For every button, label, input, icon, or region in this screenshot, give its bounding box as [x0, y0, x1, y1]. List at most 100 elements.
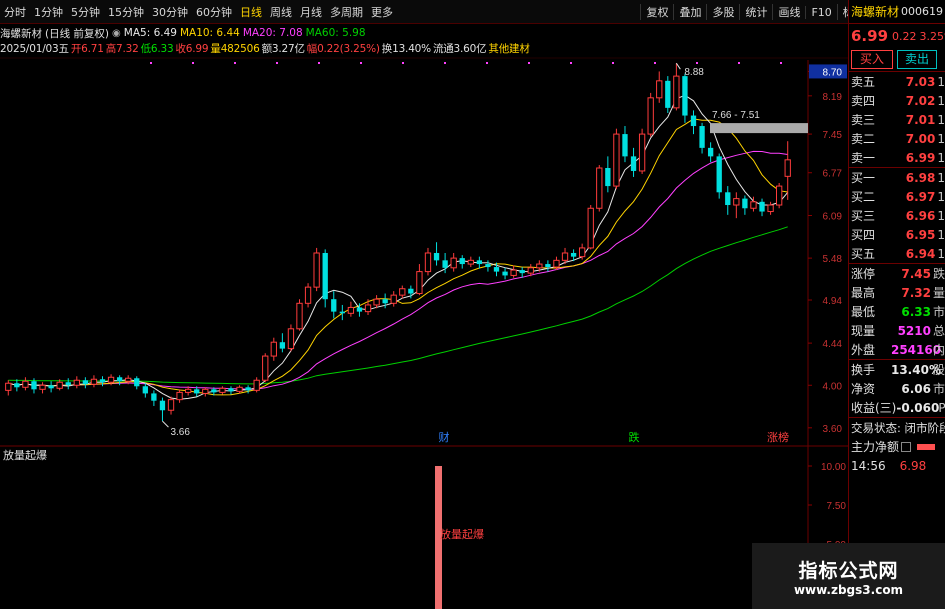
toolbar-button-2[interactable]: 多股	[706, 4, 739, 20]
candle-body	[39, 384, 46, 390]
candle	[587, 205, 594, 250]
period-tab-7[interactable]: 周线	[266, 4, 296, 20]
candle-body	[151, 393, 157, 401]
candle	[304, 283, 312, 308]
bid-trail: 1	[937, 246, 945, 261]
bid-trail: 1	[937, 170, 945, 185]
buy-button[interactable]: 买入	[851, 50, 893, 69]
stat-row: 涨停 7.45 跌	[849, 264, 945, 283]
signal-dot	[444, 62, 446, 64]
candle-body	[707, 147, 714, 157]
candle-body	[502, 271, 508, 276]
price-tick-label: 8.19	[823, 92, 843, 103]
toolbar-button-0[interactable]: 复权	[640, 4, 673, 20]
bid-value: 6.96	[905, 208, 936, 223]
signal-dot	[528, 62, 530, 64]
period-tab-9[interactable]: 多周期	[326, 4, 367, 20]
ma20-line	[8, 150, 788, 390]
candle-body	[270, 341, 277, 357]
ma20-value: MA20: 7.08	[242, 27, 303, 39]
period-tab-3[interactable]: 15分钟	[104, 4, 148, 20]
candle	[673, 63, 680, 111]
candle	[485, 260, 491, 272]
candle-body	[424, 252, 432, 273]
candle-body	[553, 259, 560, 268]
stat-trail: 市	[932, 305, 945, 319]
candle	[510, 265, 517, 278]
period-tab-6[interactable]: 日线	[236, 4, 266, 20]
ohlc-industry: 其他建材	[488, 42, 530, 55]
candle	[99, 376, 106, 387]
candle-body	[459, 258, 465, 265]
candle	[716, 153, 722, 199]
candle-body	[399, 288, 406, 296]
panel-change: 0.22	[892, 29, 917, 43]
candle	[228, 386, 234, 395]
bid-row: 买四 6.95 1	[849, 225, 945, 244]
sell-button[interactable]: 卖出	[897, 50, 937, 69]
stat-trail: 跌	[932, 267, 945, 281]
period-tab-8[interactable]: 月线	[296, 4, 326, 20]
period-tab-0[interactable]: 分时	[0, 4, 30, 20]
bid-value: 6.95	[905, 227, 936, 242]
stock-name: 海螺新材	[0, 27, 42, 40]
candle	[638, 128, 646, 174]
period-tab-2[interactable]: 5分钟	[67, 4, 104, 20]
period-tab-10[interactable]: 更多	[367, 4, 397, 20]
candle	[331, 291, 337, 319]
ask-trail: 1	[937, 93, 945, 108]
signal-dot	[318, 62, 320, 64]
range-band	[710, 123, 808, 134]
ask-label: 卖三	[851, 113, 876, 127]
candle-body	[665, 80, 671, 108]
candle	[253, 377, 260, 393]
kline-chart[interactable]: 8.70 8.19 7.45 6.77 6.09 5.48 4.94 4.44 4.00 3.60…	[0, 0, 848, 609]
ask-row: 卖五 7.03 1	[849, 72, 945, 91]
candle-body	[578, 247, 586, 258]
ask-value: 7.01	[905, 112, 936, 127]
candle-body	[14, 383, 20, 388]
candle-body	[211, 389, 217, 393]
candle	[622, 126, 628, 163]
toolbar-button-5[interactable]: F10	[805, 5, 836, 19]
ohlc-high: 高7.32	[105, 42, 139, 55]
candle	[134, 376, 140, 390]
bid-row: 买五 6.94 1	[849, 244, 945, 263]
toolbar-button-1[interactable]: 叠加	[673, 4, 706, 20]
candle-body	[5, 382, 12, 391]
candle-body	[673, 75, 680, 109]
period-tab-1[interactable]: 1分钟	[30, 4, 67, 20]
ohlc-float: 流通3.60亿	[432, 42, 487, 55]
candle	[630, 147, 637, 177]
candle	[656, 71, 663, 103]
stat2-value: -0.060	[896, 400, 940, 415]
signal-dot	[192, 62, 194, 64]
candle	[14, 379, 20, 392]
candle-body	[90, 378, 98, 385]
stats2-list: 换手 13.40% 股净资 6.06 市收益(三) -0.060 P	[849, 360, 945, 418]
candle-body	[767, 204, 774, 213]
candle	[502, 267, 508, 280]
bid-label: 买五	[851, 247, 876, 261]
candle-body	[304, 286, 312, 304]
watermark-url: www.zbgs3.com	[793, 583, 904, 597]
candle	[399, 285, 406, 299]
candle	[613, 128, 620, 190]
period-tab-5[interactable]: 60分钟	[192, 4, 236, 20]
period-toolbar: 分时 1分钟 5分钟 15分钟 30分钟 60分钟 日线 周线 月线 多周期 更多 复权 叠加 多股 统计…	[0, 0, 945, 24]
price-tick-label: 4.94	[823, 296, 843, 307]
panel-price: 6.99	[851, 27, 889, 45]
candle	[476, 256, 483, 269]
period-tab-4[interactable]: 30分钟	[148, 4, 192, 20]
candle	[416, 264, 423, 296]
toolbar-button-4[interactable]: 画线	[772, 4, 805, 20]
ask-label: 卖四	[851, 94, 876, 108]
stat2-row: 收益(三) -0.060 P	[849, 398, 945, 417]
candle-body	[134, 378, 140, 387]
settings-icon[interactable]: ◉	[112, 28, 121, 39]
toolbar-button-3[interactable]: 统计	[739, 4, 772, 20]
ask-value: 7.03	[905, 74, 936, 89]
bid-row: 买一 6.98 1	[849, 168, 945, 187]
candle	[151, 390, 157, 406]
indicator-panel: 放量起爆10.007.505.00放量起爆	[3, 448, 846, 609]
